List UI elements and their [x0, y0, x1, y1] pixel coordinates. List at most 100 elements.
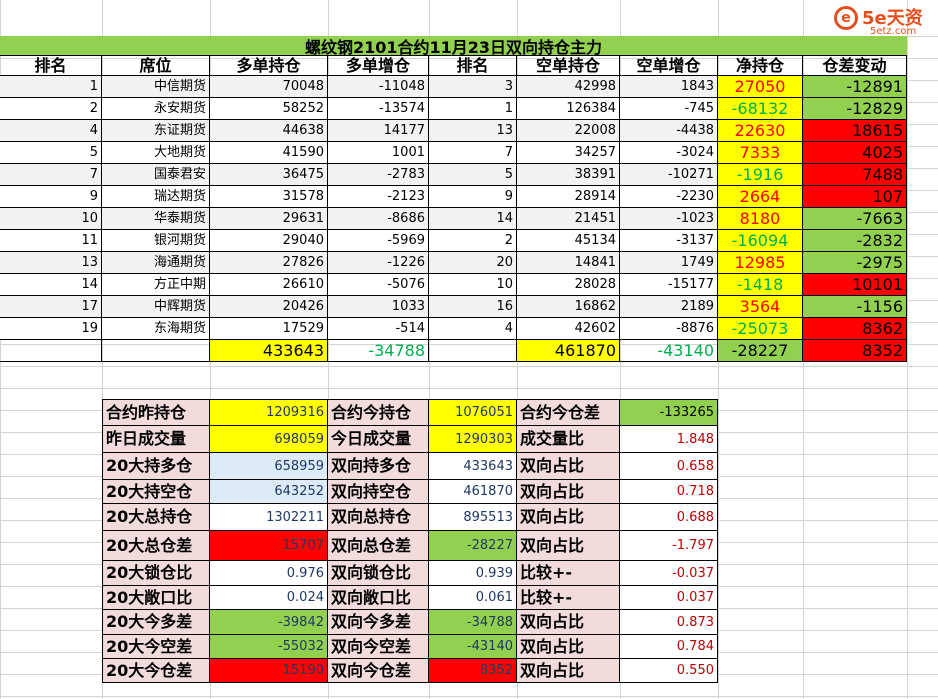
- table-cell-long_chg[interactable]: -5969: [328, 230, 429, 252]
- table-cell-short_chg[interactable]: 2189: [620, 296, 718, 318]
- table-cell-srank[interactable]: 14: [429, 208, 517, 230]
- summary-label[interactable]: 双向占比: [517, 635, 620, 659]
- summary-value[interactable]: 0.658: [620, 453, 718, 480]
- total-cell[interactable]: [102, 340, 210, 362]
- summary-label[interactable]: 20大今空差: [102, 635, 210, 659]
- table-cell-rank[interactable]: 4: [0, 120, 102, 142]
- sheet-title[interactable]: 螺纹钢2101合约11月23日双向持仓主力: [0, 36, 907, 57]
- table-cell-srank[interactable]: 3: [429, 76, 517, 98]
- summary-label[interactable]: 双向占比: [517, 480, 620, 504]
- summary-value[interactable]: 0.024: [210, 586, 328, 610]
- table-cell-short[interactable]: 28028: [517, 274, 620, 296]
- table-cell-diff[interactable]: 7488: [803, 164, 907, 186]
- table-cell-net[interactable]: -1916: [718, 164, 803, 186]
- table-cell-short[interactable]: 22008: [517, 120, 620, 142]
- table-cell-net[interactable]: -25073: [718, 318, 803, 340]
- table-cell-net[interactable]: 8180: [718, 208, 803, 230]
- table-cell-srank[interactable]: 13: [429, 120, 517, 142]
- summary-label[interactable]: 20大总仓差: [102, 531, 210, 561]
- header-cell[interactable]: 空单持仓: [517, 56, 620, 76]
- table-cell-srank[interactable]: 4: [429, 318, 517, 340]
- summary-value[interactable]: -55032: [210, 635, 328, 659]
- summary-label[interactable]: 合约今仓差: [517, 399, 620, 426]
- summary-value[interactable]: 433643: [429, 453, 517, 480]
- table-cell-short_chg[interactable]: -10271: [620, 164, 718, 186]
- summary-value[interactable]: 0.939: [429, 561, 517, 586]
- table-cell-diff[interactable]: -12829: [803, 98, 907, 120]
- table-cell-seat[interactable]: 海通期货: [102, 252, 210, 274]
- table-cell-long_chg[interactable]: -514: [328, 318, 429, 340]
- summary-value[interactable]: 0.061: [429, 586, 517, 610]
- summary-value[interactable]: 1.848: [620, 426, 718, 453]
- table-cell-long_chg[interactable]: 14177: [328, 120, 429, 142]
- table-cell-rank[interactable]: 2: [0, 98, 102, 120]
- table-cell-rank[interactable]: 10: [0, 208, 102, 230]
- header-cell[interactable]: 净持仓: [718, 56, 803, 76]
- summary-label[interactable]: 20大持多仓: [102, 453, 210, 480]
- table-cell-rank[interactable]: 13: [0, 252, 102, 274]
- table-cell-short[interactable]: 42602: [517, 318, 620, 340]
- summary-value[interactable]: 0.976: [210, 561, 328, 586]
- table-cell-seat[interactable]: 中辉期货: [102, 296, 210, 318]
- table-cell-net[interactable]: 27050: [718, 76, 803, 98]
- table-cell-short[interactable]: 42998: [517, 76, 620, 98]
- table-cell-short_chg[interactable]: 1749: [620, 252, 718, 274]
- table-cell-diff[interactable]: 18615: [803, 120, 907, 142]
- summary-label[interactable]: 双向占比: [517, 531, 620, 561]
- summary-value[interactable]: 0.037: [620, 586, 718, 610]
- table-cell-long[interactable]: 58252: [210, 98, 328, 120]
- table-cell-short_chg[interactable]: -8876: [620, 318, 718, 340]
- summary-value[interactable]: 1290303: [429, 426, 517, 453]
- table-cell-diff[interactable]: -1156: [803, 296, 907, 318]
- table-cell-short[interactable]: 45134: [517, 230, 620, 252]
- table-cell-srank[interactable]: 5: [429, 164, 517, 186]
- table-cell-rank[interactable]: 9: [0, 186, 102, 208]
- summary-label[interactable]: 20大今仓差: [102, 659, 210, 683]
- table-cell-rank[interactable]: 7: [0, 164, 102, 186]
- table-cell-seat[interactable]: 银河期货: [102, 230, 210, 252]
- table-cell-srank[interactable]: 9: [429, 186, 517, 208]
- table-cell-short_chg[interactable]: -1023: [620, 208, 718, 230]
- table-cell-long[interactable]: 29040: [210, 230, 328, 252]
- table-cell-srank[interactable]: 20: [429, 252, 517, 274]
- summary-value[interactable]: -0.037: [620, 561, 718, 586]
- table-cell-srank[interactable]: 10: [429, 274, 517, 296]
- header-cell[interactable]: 多单增仓: [328, 56, 429, 76]
- table-cell-seat[interactable]: 中信期货: [102, 76, 210, 98]
- summary-value[interactable]: 1209316: [210, 399, 328, 426]
- header-cell[interactable]: 排名: [429, 56, 517, 76]
- summary-value[interactable]: 0.718: [620, 480, 718, 504]
- table-cell-srank[interactable]: 1: [429, 98, 517, 120]
- summary-label[interactable]: 双向占比: [517, 504, 620, 531]
- summary-label[interactable]: 合约今持仓: [328, 399, 429, 426]
- table-cell-rank[interactable]: 19: [0, 318, 102, 340]
- summary-value[interactable]: 1076051: [429, 399, 517, 426]
- table-cell-short_chg[interactable]: -2230: [620, 186, 718, 208]
- total-cell[interactable]: -34788: [328, 340, 429, 362]
- table-cell-long_chg[interactable]: -5076: [328, 274, 429, 296]
- header-cell[interactable]: 多单持仓: [210, 56, 328, 76]
- total-cell[interactable]: -43140: [620, 340, 718, 362]
- summary-value[interactable]: 0.688: [620, 504, 718, 531]
- summary-value[interactable]: 658959: [210, 453, 328, 480]
- summary-label[interactable]: 双向占比: [517, 453, 620, 480]
- summary-value[interactable]: -28227: [429, 531, 517, 561]
- summary-label[interactable]: 双向占比: [517, 610, 620, 635]
- table-cell-short[interactable]: 126384: [517, 98, 620, 120]
- summary-value[interactable]: 0.784: [620, 635, 718, 659]
- header-cell[interactable]: 仓差变动: [803, 56, 907, 76]
- table-cell-long[interactable]: 36475: [210, 164, 328, 186]
- summary-value[interactable]: 1302211: [210, 504, 328, 531]
- table-cell-srank[interactable]: 16: [429, 296, 517, 318]
- summary-label[interactable]: 双向占比: [517, 659, 620, 683]
- table-cell-diff[interactable]: 10101: [803, 274, 907, 296]
- summary-value[interactable]: -39842: [210, 610, 328, 635]
- table-cell-long[interactable]: 27826: [210, 252, 328, 274]
- table-cell-seat[interactable]: 大地期货: [102, 142, 210, 164]
- table-cell-rank[interactable]: 1: [0, 76, 102, 98]
- table-cell-seat[interactable]: 瑞达期货: [102, 186, 210, 208]
- table-cell-rank[interactable]: 11: [0, 230, 102, 252]
- table-cell-long_chg[interactable]: -1226: [328, 252, 429, 274]
- summary-label[interactable]: 双向总仓差: [328, 531, 429, 561]
- summary-label[interactable]: 20大今多差: [102, 610, 210, 635]
